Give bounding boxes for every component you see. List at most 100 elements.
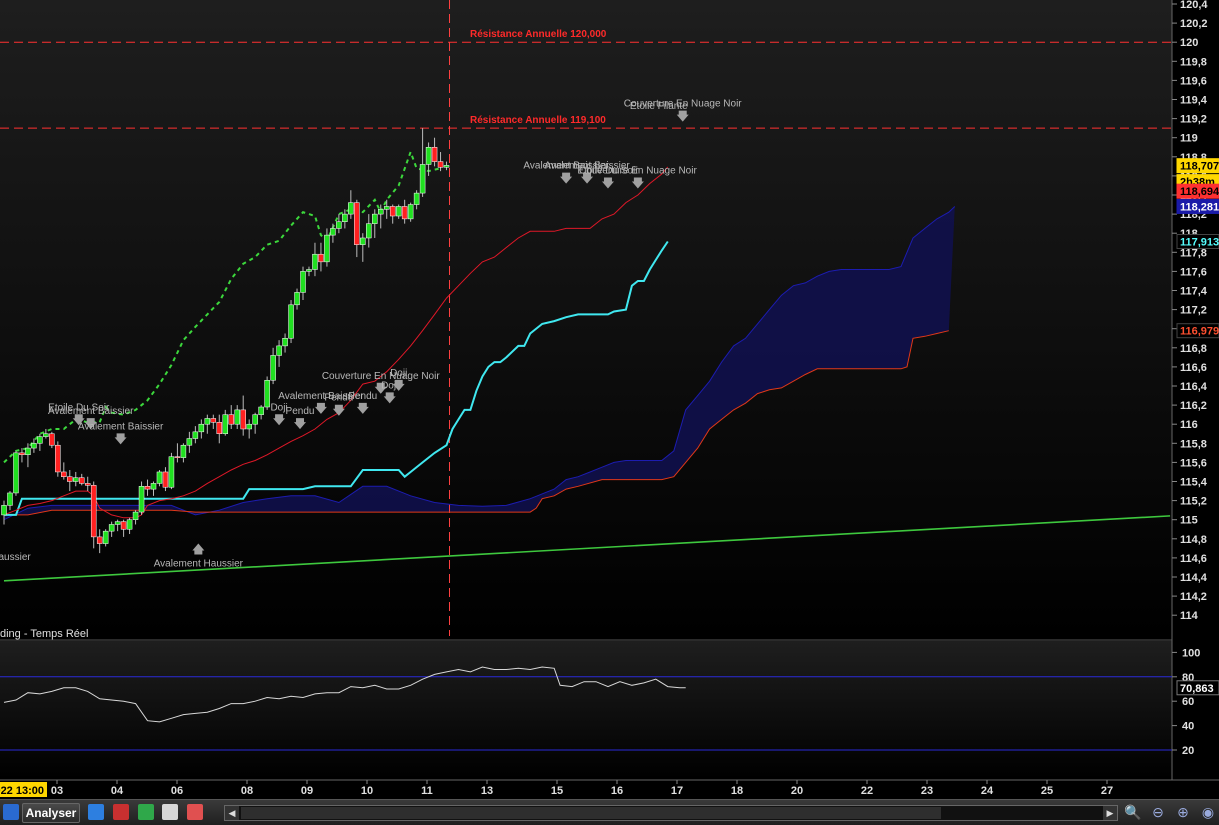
oscillator-value-label: 70,863 [1180,683,1214,695]
time-axis-label: 06 [171,785,183,797]
horizontal-scrollbar[interactable]: ◀ ▶ [224,805,1118,821]
candle-body [234,409,240,425]
price-axis-label: 117,4 [1180,286,1208,298]
price-axis-label: 114,6 [1180,553,1207,565]
candle-body [401,206,408,220]
candle-body [174,456,181,458]
price-axis-label: 120,2 [1180,18,1208,30]
candle-body [395,206,402,217]
price-axis-label: 116 [1180,419,1198,431]
candle-body [73,477,79,482]
price-axis-label: 116,8 [1180,343,1207,355]
resistance-label: Résistance Annuelle 119,100 [470,115,606,126]
candle-body [431,147,438,162]
oscillator-panel-bg [0,641,1172,779]
candle-body [240,409,246,430]
oscillator-legend: ding - Temps Réel [0,628,88,640]
price-badge-label: 117,913 [1180,237,1219,249]
panel-toggle-icon[interactable] [3,804,19,820]
candle-body [413,192,420,205]
zoom-reset-icon[interactable]: ◉ [1200,804,1216,820]
candle-body [389,206,396,217]
pattern-annotation: Pendu [348,391,377,402]
chat-icon[interactable] [88,804,104,820]
oscillator-axis-label: 20 [1182,745,1194,757]
price-axis-label: 119,8 [1180,56,1207,68]
candle-body [330,228,336,236]
candle-body [306,269,312,272]
resistance-label: Résistance Annuelle 120,000 [470,29,607,40]
zoom-in-icon[interactable]: ⊕ [1175,804,1191,820]
candle-body [1,505,7,516]
zoom-fit-icon[interactable]: 🔍 [1124,804,1141,820]
candle-body [96,536,103,544]
price-axis-label: 117,6 [1180,266,1207,278]
analyser-button[interactable]: Analyser [22,803,80,823]
pattern-annotation: Avalement Baissier [78,421,164,432]
price-axis-label: 119,2 [1180,114,1207,126]
price-axis-label: 119,6 [1180,75,1207,87]
candle-body [186,438,193,446]
candle-body [61,471,67,477]
candle-body [222,414,229,434]
candle-body [37,436,43,444]
pattern-annotation: Pendu [286,406,315,417]
candle-body [132,511,139,520]
orders-icon[interactable] [138,804,154,820]
candle-body [90,485,97,538]
candle-body [252,414,258,425]
time-axis-label: 11 [421,785,433,797]
price-axis-label: 116,4 [1180,381,1208,393]
pattern-annotation: Avalement Haussier [154,558,244,569]
oscillator-axis-label: 60 [1182,696,1194,708]
price-axis-label: 120 [1180,37,1198,49]
chart[interactable]: Résistance Annuelle 120,000 Résistance An… [0,0,1219,824]
candle-body [25,447,31,456]
candle-body [318,253,324,263]
price-axis-label: 114 [1180,610,1199,622]
candle-body [312,253,318,270]
candle-body [264,380,270,408]
oscillator-axis-label: 40 [1182,721,1194,733]
candle-body [204,418,211,425]
windows-icon[interactable] [162,804,178,820]
scrollbar-thumb[interactable] [241,807,941,819]
candle-body [366,223,372,239]
candle-body [198,423,205,433]
drawing-icon[interactable] [187,804,203,820]
candle-body [19,452,25,456]
candle-body [162,471,169,488]
time-axis-label: 16 [611,785,623,797]
time-axis-label: 08 [241,785,253,797]
time-cursor-label: 2022 13:00 [0,785,44,797]
candle-body [144,486,151,490]
main-panel-bg [0,0,1172,638]
pattern-annotation: Avalement Haussier [0,552,31,563]
candle-body [108,524,115,532]
time-axis-label: 22 [861,785,873,797]
zoom-out-icon[interactable]: ⊖ [1150,804,1166,820]
candle-body [67,476,73,482]
bottom-toolbar: Analyser ◀ ▶ 🔍 ⊖ ⊕ ◉ [0,799,1219,825]
candle-body [150,483,157,490]
candle-body [43,433,49,437]
candle-body [168,456,175,488]
pattern-annotation: Avalement Baissier [48,406,134,417]
time-axis-label: 17 [671,785,683,797]
candle-body [270,355,276,381]
scroll-left-icon[interactable]: ◀ [225,806,239,820]
candle-body [437,161,444,168]
candle-body [49,433,55,446]
price-axis-label: 115,8 [1180,438,1207,450]
candle-body [192,431,199,439]
price-axis-label: 117,8 [1180,247,1207,259]
scroll-right-icon[interactable]: ▶ [1103,806,1117,820]
pattern-annotation: Doji [390,368,407,379]
price-axis-label: 119 [1180,133,1198,145]
candle-body [246,423,252,430]
news-icon[interactable] [113,804,129,820]
candle-body [443,165,450,168]
candle-body [114,521,121,525]
candle-body [336,221,342,229]
candle-body [84,483,91,486]
